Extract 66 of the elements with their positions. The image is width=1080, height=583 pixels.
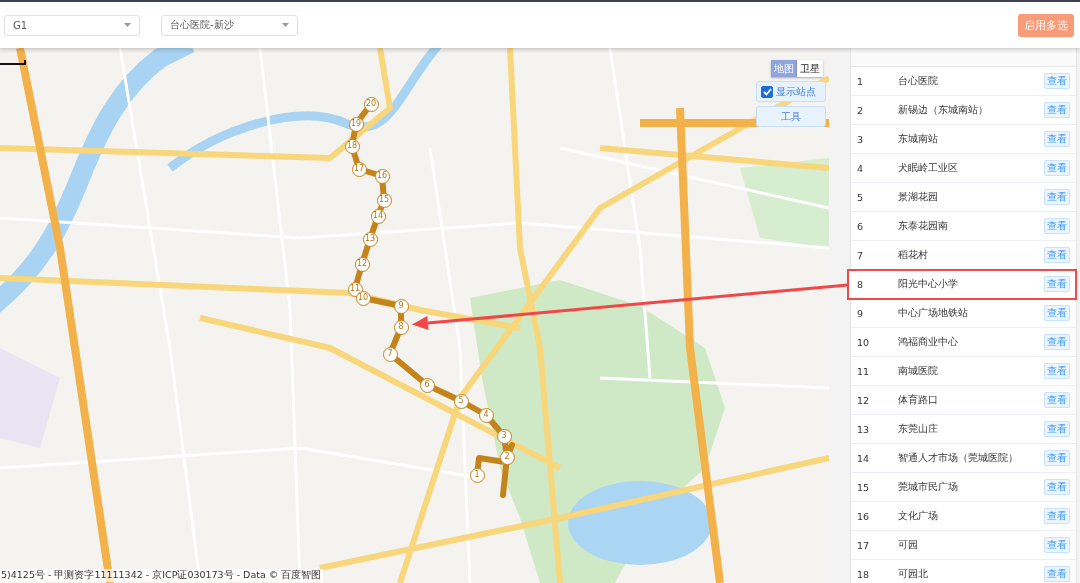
view-button[interactable]: 查看 <box>1044 479 1070 495</box>
view-button[interactable]: 查看 <box>1044 218 1070 234</box>
row-number: 5 <box>856 191 865 203</box>
caret-icon <box>282 23 289 27</box>
view-button[interactable]: 查看 <box>1044 334 1070 350</box>
view-button[interactable]: 查看 <box>1044 73 1070 89</box>
row-number: 4 <box>856 162 865 174</box>
row-number: 10 <box>856 336 871 348</box>
station-name: 文化广场 <box>898 509 939 523</box>
caret-icon <box>124 23 131 27</box>
multi-select-button[interactable]: 启用多选 <box>1018 13 1074 37</box>
station-name: 鸿福商业中心 <box>898 335 959 349</box>
map-copyright: 5)4125号 - 甲测资字11111342 - 京ICP证030173号 - Data © 百度智图 <box>0 569 324 582</box>
show-stops-checkbox[interactable]: 显示站点 <box>756 81 826 102</box>
station-name: 稻花村 <box>898 248 929 262</box>
row-number: 13 <box>856 423 871 435</box>
station-name: 东莞山庄 <box>898 422 939 436</box>
station-name: 体育路口 <box>898 393 939 407</box>
map-type-tab[interactable]: 地图 <box>771 60 797 77</box>
view-button[interactable]: 查看 <box>1044 508 1070 524</box>
view-button[interactable]: 查看 <box>1044 131 1070 147</box>
view-button[interactable]: 查看 <box>1044 247 1070 263</box>
station-name: 莞城市民广场 <box>898 480 959 494</box>
map-type-tab[interactable]: 卫星 <box>797 60 823 77</box>
row-number: 3 <box>856 133 865 145</box>
view-button[interactable]: 查看 <box>1044 363 1070 379</box>
view-button[interactable]: 查看 <box>1044 421 1070 437</box>
station-name: 东城南站 <box>898 132 939 146</box>
row-number: 15 <box>856 481 871 493</box>
row-number: 11 <box>856 365 871 377</box>
view-button[interactable]: 查看 <box>1044 102 1070 118</box>
row-number: 16 <box>856 510 871 522</box>
route-select[interactable]: G1 <box>4 14 140 36</box>
station-name: 可园 <box>898 538 919 552</box>
view-button[interactable]: 查看 <box>1044 160 1070 176</box>
station-name: 可园北 <box>898 567 929 581</box>
row-number: 6 <box>856 220 865 232</box>
row-number: 7 <box>856 249 865 261</box>
station-name: 景湖花园 <box>898 190 939 204</box>
row-number: 9 <box>856 307 865 319</box>
row-number: 18 <box>856 568 871 580</box>
row-number: 12 <box>856 394 871 406</box>
row-number: 17 <box>856 539 871 551</box>
station-name: 阳光中心小学 <box>898 277 959 291</box>
station-name: 台心医院 <box>898 74 939 88</box>
station-name: 智通人才市场（莞城医院） <box>898 451 1019 465</box>
row-number: 2 <box>856 104 865 116</box>
station-name: 犬眠岭工业区 <box>898 161 959 175</box>
direction-select[interactable]: 台心医院-新沙 <box>161 14 298 36</box>
view-button[interactable]: 查看 <box>1044 276 1070 292</box>
view-button[interactable]: 查看 <box>1044 189 1070 205</box>
view-button[interactable]: 查看 <box>1044 450 1070 466</box>
view-button[interactable]: 查看 <box>1044 392 1070 408</box>
station-name: 新锡边（东城南站） <box>898 103 989 117</box>
station-name: 南城医院 <box>898 364 939 378</box>
station-name: 东泰花园南 <box>898 219 949 233</box>
view-button[interactable]: 查看 <box>1044 566 1070 582</box>
row-number: 1 <box>856 75 865 87</box>
view-button[interactable]: 查看 <box>1044 537 1070 553</box>
row-number: 8 <box>856 278 865 290</box>
checkbox-icon[interactable] <box>761 85 773 98</box>
tools-button[interactable]: 工具 <box>756 106 826 127</box>
scale-bar-icon <box>0 60 26 66</box>
row-number: 14 <box>856 452 871 464</box>
view-button[interactable]: 查看 <box>1044 305 1070 321</box>
station-name: 中心广场地铁站 <box>898 306 969 320</box>
